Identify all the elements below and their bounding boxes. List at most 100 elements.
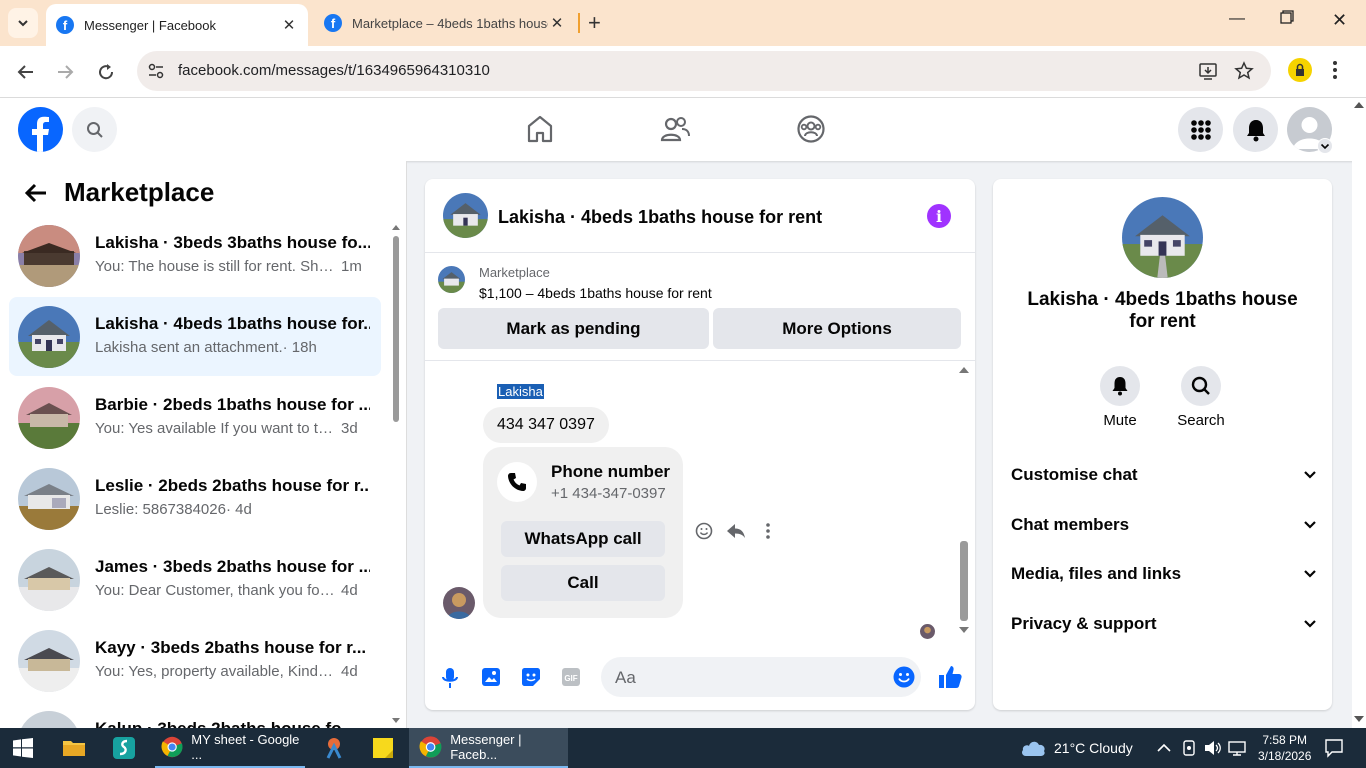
tab-messenger[interactable]: f Messenger | Facebook ✕ bbox=[46, 4, 308, 46]
reply-icon[interactable] bbox=[726, 522, 746, 540]
info-icon[interactable]: i bbox=[927, 204, 951, 228]
chat-avatar[interactable] bbox=[443, 193, 488, 238]
chat-members-row[interactable]: Chat members bbox=[1011, 510, 1316, 540]
chat-title[interactable]: Lakisha · 4beds 1baths house for rent bbox=[498, 207, 822, 228]
friends-icon[interactable] bbox=[660, 114, 690, 144]
taskbar-chrome-messenger[interactable]: Messenger | Faceb... bbox=[409, 728, 568, 768]
listing-title[interactable]: $1,100 – 4beds 1baths house for rent bbox=[479, 285, 712, 301]
network-icon[interactable] bbox=[1228, 740, 1246, 756]
device-icon[interactable] bbox=[1182, 740, 1196, 756]
conversation-item[interactable]: Lakisha · 3beds 3baths house fo... You: … bbox=[9, 216, 381, 295]
close-tab-icon[interactable]: ✕ bbox=[548, 14, 566, 32]
more-actions-icon[interactable] bbox=[765, 522, 771, 540]
close-tab-icon[interactable]: ✕ bbox=[280, 16, 298, 34]
weather-widget[interactable]: 21°C Cloudy bbox=[1020, 728, 1133, 768]
facebook-search-button[interactable] bbox=[72, 107, 117, 152]
forward-button[interactable] bbox=[53, 60, 77, 84]
gif-icon[interactable]: GIF bbox=[561, 667, 581, 687]
customise-chat-row[interactable]: Customise chat bbox=[1011, 460, 1316, 490]
media-files-links-row[interactable]: Media, files and links bbox=[1011, 559, 1316, 589]
back-button[interactable] bbox=[14, 60, 38, 84]
restore-button[interactable] bbox=[1280, 10, 1294, 24]
marketplace-title: Marketplace bbox=[64, 177, 215, 207]
taskbar-item-label: Messenger | Faceb... bbox=[450, 732, 522, 762]
conversation-list-scrollbar[interactable] bbox=[392, 224, 400, 724]
install-app-icon bbox=[1199, 63, 1217, 80]
back-arrow-icon[interactable] bbox=[24, 182, 48, 204]
section-label: Customise chat bbox=[1011, 465, 1138, 484]
sender-avatar[interactable] bbox=[443, 587, 475, 619]
marketplace-conversation-list: Marketplace Lakisha · 3beds 3baths house… bbox=[0, 161, 407, 728]
conversation-item[interactable]: Kalup · 3beds 2baths house fo... bbox=[9, 702, 381, 728]
phone-icon bbox=[497, 462, 537, 502]
extension-icon[interactable] bbox=[1288, 58, 1312, 82]
card-phone-number: +1 434-347-0397 bbox=[551, 485, 666, 502]
phone-number-card: Phone number +1 434-347-0397 WhatsApp ca… bbox=[483, 447, 683, 618]
account-chevron-icon[interactable] bbox=[1317, 138, 1333, 154]
conversation-item[interactable]: Barbie · 2beds 1baths house for ... You:… bbox=[9, 378, 381, 457]
conversation-item-selected[interactable]: Lakisha · 4beds 1baths house for... Laki… bbox=[9, 297, 381, 376]
privacy-support-row[interactable]: Privacy & support bbox=[1011, 609, 1316, 639]
sticker-icon[interactable] bbox=[521, 667, 541, 687]
facebook-header bbox=[0, 98, 1366, 161]
microphone-icon[interactable] bbox=[442, 667, 458, 689]
reload-button[interactable] bbox=[94, 60, 118, 84]
chevron-up-icon[interactable] bbox=[1157, 741, 1171, 755]
mark-as-pending-button[interactable]: Mark as pending bbox=[438, 308, 709, 349]
address-bar[interactable]: facebook.com/messages/t/1634965964310310 bbox=[137, 51, 1271, 91]
conversation-snippet: Lakisha sent an attachment. · 18h bbox=[95, 339, 317, 356]
minimize-button[interactable]: — bbox=[1229, 10, 1245, 28]
chat-scrollbar[interactable] bbox=[958, 365, 970, 635]
tab-marketplace[interactable]: f Marketplace – 4beds 1baths house for r… bbox=[314, 5, 576, 41]
facebook-logo[interactable] bbox=[18, 107, 63, 152]
home-icon[interactable] bbox=[526, 114, 554, 144]
page-scrollbar[interactable] bbox=[1352, 98, 1366, 728]
file-explorer-icon[interactable] bbox=[62, 736, 86, 760]
cloud-icon bbox=[1022, 741, 1045, 756]
facebook-favicon-icon: f bbox=[324, 14, 342, 32]
facebook-f-icon bbox=[32, 116, 49, 152]
mute-action[interactable]: Mute bbox=[1080, 366, 1160, 429]
whatsapp-call-button[interactable]: WhatsApp call bbox=[501, 521, 665, 557]
details-avatar[interactable] bbox=[1122, 197, 1203, 278]
chevron-down-icon bbox=[1304, 521, 1316, 529]
tab-search-button[interactable] bbox=[8, 8, 38, 38]
close-window-button[interactable]: ✕ bbox=[1332, 10, 1347, 31]
listing-thumbnail bbox=[18, 711, 80, 728]
search-action[interactable]: Search bbox=[1161, 366, 1241, 429]
bell-icon bbox=[1246, 119, 1265, 141]
windows-start-icon[interactable] bbox=[13, 738, 33, 758]
app-icon[interactable] bbox=[112, 736, 136, 760]
call-button[interactable]: Call bbox=[501, 565, 665, 601]
chrome-icon bbox=[419, 736, 442, 758]
menu-grid-button[interactable] bbox=[1178, 107, 1223, 152]
groups-icon[interactable] bbox=[796, 114, 826, 144]
site-settings-icon bbox=[148, 63, 164, 79]
chevron-down-icon bbox=[1304, 570, 1316, 578]
tab-title: Marketplace – 4beds 1baths house for ren… bbox=[352, 15, 548, 31]
seen-receipt-avatar bbox=[920, 624, 935, 639]
conversation-item[interactable]: James · 3beds 2baths house for ... You: … bbox=[9, 540, 381, 619]
message-input[interactable]: Aa bbox=[601, 657, 921, 697]
emoji-icon[interactable] bbox=[893, 666, 915, 688]
photo-icon[interactable] bbox=[481, 667, 501, 687]
notification-center-icon[interactable] bbox=[1324, 738, 1344, 758]
listing-thumbnail bbox=[18, 468, 80, 530]
more-options-button[interactable]: More Options bbox=[713, 308, 961, 349]
volume-icon[interactable] bbox=[1204, 740, 1222, 756]
taskbar-chrome-sheet[interactable]: MY sheet - Google ... bbox=[155, 728, 305, 768]
browser-menu-icon[interactable] bbox=[1332, 60, 1338, 80]
sticky-notes-icon[interactable] bbox=[371, 736, 395, 760]
conversation-item[interactable]: Leslie · 2beds 2baths house for r... Les… bbox=[9, 459, 381, 538]
system-clock[interactable]: 7:58 PM 3/18/2026 bbox=[1258, 732, 1311, 764]
app-icon[interactable] bbox=[322, 736, 346, 760]
message-bubble[interactable]: 434 347 0397 bbox=[483, 407, 609, 443]
conversation-item[interactable]: Kayy · 3beds 2baths house for r... You: … bbox=[9, 621, 381, 700]
react-emoji-icon[interactable] bbox=[695, 522, 713, 540]
notifications-button[interactable] bbox=[1233, 107, 1278, 152]
search-label: Search bbox=[1177, 412, 1225, 429]
like-thumb-icon[interactable] bbox=[937, 664, 963, 690]
new-tab-button[interactable]: + bbox=[588, 10, 601, 36]
listing-thumbnail bbox=[18, 387, 80, 449]
restore-icon bbox=[1280, 10, 1294, 24]
